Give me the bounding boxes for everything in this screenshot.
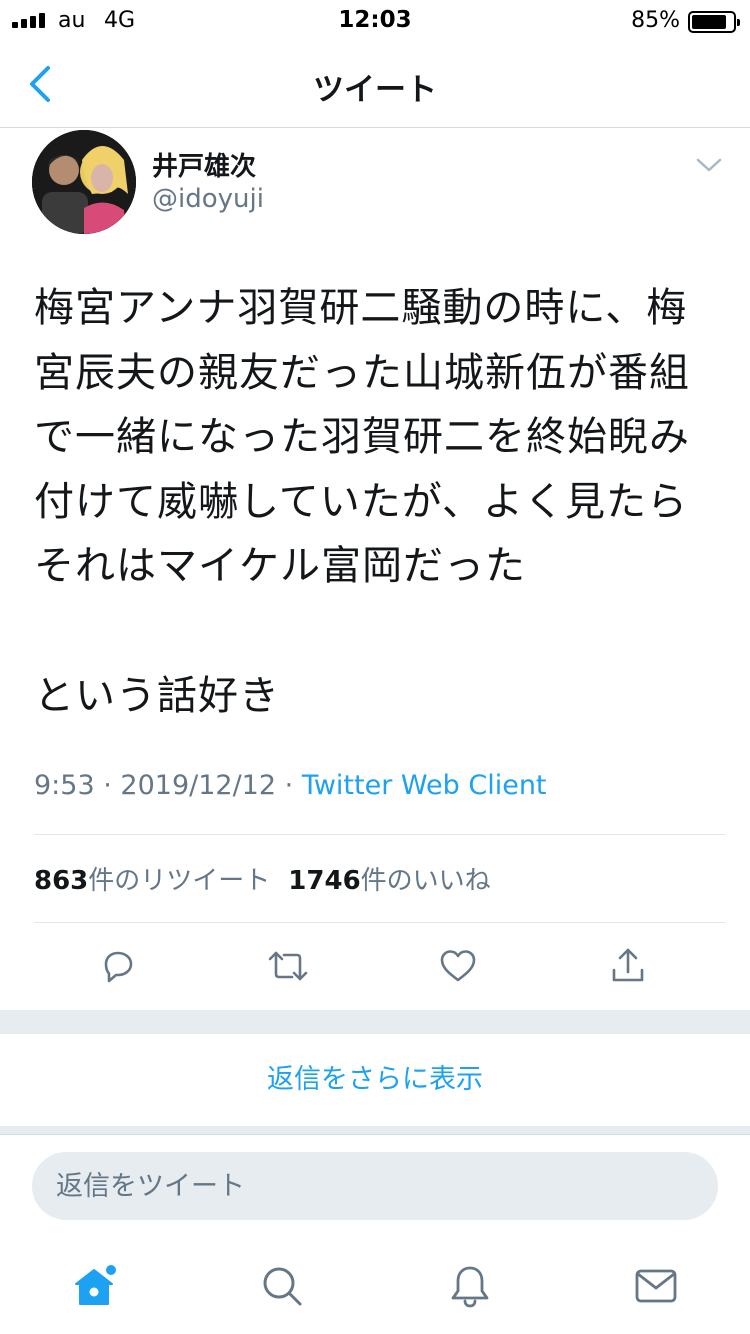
- divider: [34, 834, 725, 835]
- tweet-text: 梅宮アンナ羽賀研二騒動の時に、梅宮辰夫の親友だった山城新伍が番組で一緒になった羽…: [34, 285, 690, 589]
- tweet-meta: 9:53 · 2019/12/12 · Twitter Web Client: [34, 770, 547, 801]
- share-button[interactable]: [604, 942, 652, 990]
- search-icon: [263, 1267, 302, 1306]
- retweet-label: 件のリツイート: [88, 866, 271, 896]
- battery-icon: [688, 11, 740, 33]
- tweet-text-continued: という話好き: [34, 673, 280, 719]
- display-name[interactable]: 井戸雄次: [152, 146, 256, 183]
- retweets-stat[interactable]: 863件のリツイート: [34, 866, 270, 896]
- section-separator: [0, 1126, 750, 1134]
- show-more-replies-button[interactable]: 返信をさらに表示: [0, 1034, 750, 1126]
- avatar[interactable]: [32, 130, 136, 234]
- tab-messages[interactable]: [628, 1258, 684, 1314]
- divider: [34, 922, 725, 923]
- meta-separator: ·: [103, 770, 112, 801]
- chevron-down-icon: [696, 158, 722, 172]
- reply-input[interactable]: [32, 1152, 718, 1220]
- retweet-icon: [268, 951, 308, 981]
- tweet-time: 9:53: [34, 770, 95, 801]
- username[interactable]: @idoyuji: [152, 184, 264, 214]
- heart-icon: [440, 950, 476, 982]
- likes-stat[interactable]: 1746件のいいね: [288, 866, 490, 896]
- tweet-source-link[interactable]: Twitter Web Client: [302, 770, 547, 801]
- reply-button[interactable]: [94, 942, 142, 990]
- like-count: 1746: [288, 866, 361, 896]
- tweet-action-bar: [0, 938, 750, 994]
- retweet-button[interactable]: [264, 942, 312, 990]
- reply-icon: [104, 951, 133, 983]
- meta-separator: ·: [284, 770, 294, 801]
- tweet-date: 2019/12/12: [120, 770, 277, 801]
- share-icon: [612, 948, 644, 982]
- retweet-count: 863: [34, 866, 89, 896]
- battery-percent: 85%: [631, 8, 680, 33]
- page-title: ツイート: [313, 72, 437, 108]
- tab-search[interactable]: [254, 1258, 310, 1314]
- notifications-icon: [451, 1266, 489, 1308]
- tab-home[interactable]: [66, 1258, 122, 1314]
- like-label: 件のいいね: [360, 866, 491, 896]
- battery-fill: [692, 15, 726, 29]
- like-button[interactable]: [434, 942, 482, 990]
- tweet-options-button[interactable]: [692, 150, 726, 180]
- tab-notifications[interactable]: [442, 1258, 498, 1314]
- home-icon: [75, 1265, 116, 1305]
- section-separator: [0, 1010, 750, 1034]
- messages-icon: [635, 1269, 677, 1303]
- nav-bar: ツイート: [0, 42, 750, 128]
- status-bar: au 4G 12:03 85%: [0, 0, 750, 42]
- tweet-stats: 863件のリツイート 1746件のいいね: [34, 860, 491, 897]
